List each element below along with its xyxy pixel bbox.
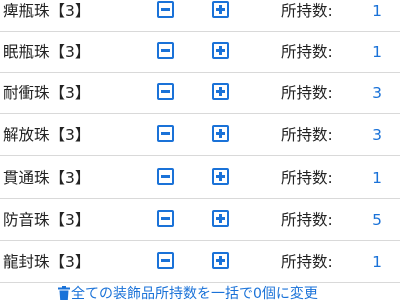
jewel-name: 解放珠【3】 bbox=[3, 126, 91, 144]
decrement-button[interactable] bbox=[157, 125, 174, 142]
owned-count-label: 所持数: bbox=[281, 84, 333, 102]
increment-button[interactable] bbox=[212, 125, 229, 142]
owned-count-label: 所持数: bbox=[281, 211, 333, 229]
list-item: 龍封珠【3】 所持数: 1 bbox=[0, 242, 400, 283]
list-item: 防音珠【3】 所持数: 5 bbox=[0, 200, 400, 241]
jewel-name: 耐衝珠【3】 bbox=[3, 84, 91, 102]
increment-button[interactable] bbox=[212, 168, 229, 185]
owned-count-label: 所持数: bbox=[281, 2, 333, 20]
increment-button[interactable] bbox=[212, 252, 229, 269]
owned-count-label: 所持数: bbox=[281, 43, 333, 61]
decrement-button[interactable] bbox=[157, 252, 174, 269]
minus-icon bbox=[161, 175, 170, 178]
jewel-name: 痺瓶珠【3】 bbox=[3, 2, 91, 20]
owned-count-value: 3 bbox=[372, 126, 382, 144]
owned-count-label: 所持数: bbox=[281, 126, 333, 144]
trash-icon bbox=[58, 286, 70, 300]
jewel-name: 防音珠【3】 bbox=[3, 211, 91, 229]
jewel-name: 貫通珠【3】 bbox=[3, 169, 91, 187]
reset-all-counts-link[interactable]: 全ての装飾品所持数を一括で0個に変更 bbox=[58, 284, 318, 304]
jewel-name: 眠瓶珠【3】 bbox=[3, 43, 91, 61]
owned-count-value: 1 bbox=[372, 253, 382, 271]
owned-count-value: 1 bbox=[372, 43, 382, 61]
owned-count-value: 5 bbox=[372, 211, 382, 229]
jewel-name: 龍封珠【3】 bbox=[3, 253, 91, 271]
owned-count-label: 所持数: bbox=[281, 169, 333, 187]
owned-count-value: 1 bbox=[372, 2, 382, 20]
minus-icon bbox=[161, 8, 170, 11]
list-item: 貫通珠【3】 所持数: 1 bbox=[0, 158, 400, 199]
increment-button[interactable] bbox=[212, 42, 229, 59]
owned-count-value: 3 bbox=[372, 84, 382, 102]
minus-icon bbox=[161, 259, 170, 262]
minus-icon bbox=[161, 217, 170, 220]
list-item: 眠瓶珠【3】 所持数: 1 bbox=[0, 32, 400, 73]
minus-icon bbox=[161, 132, 170, 135]
list-item: 解放珠【3】 所持数: 3 bbox=[0, 115, 400, 156]
increment-button[interactable] bbox=[212, 210, 229, 227]
decrement-button[interactable] bbox=[157, 83, 174, 100]
decrement-button[interactable] bbox=[157, 1, 174, 18]
decrement-button[interactable] bbox=[157, 210, 174, 227]
list-item: 痺瓶珠【3】 所持数: 1 bbox=[0, 0, 400, 32]
increment-button[interactable] bbox=[212, 1, 229, 18]
list-item: 耐衝珠【3】 所持数: 3 bbox=[0, 73, 400, 114]
decrement-button[interactable] bbox=[157, 42, 174, 59]
increment-button[interactable] bbox=[212, 83, 229, 100]
owned-count-value: 1 bbox=[372, 169, 382, 187]
owned-count-label: 所持数: bbox=[281, 253, 333, 271]
minus-icon bbox=[161, 90, 170, 93]
minus-icon bbox=[161, 49, 170, 52]
decrement-button[interactable] bbox=[157, 168, 174, 185]
